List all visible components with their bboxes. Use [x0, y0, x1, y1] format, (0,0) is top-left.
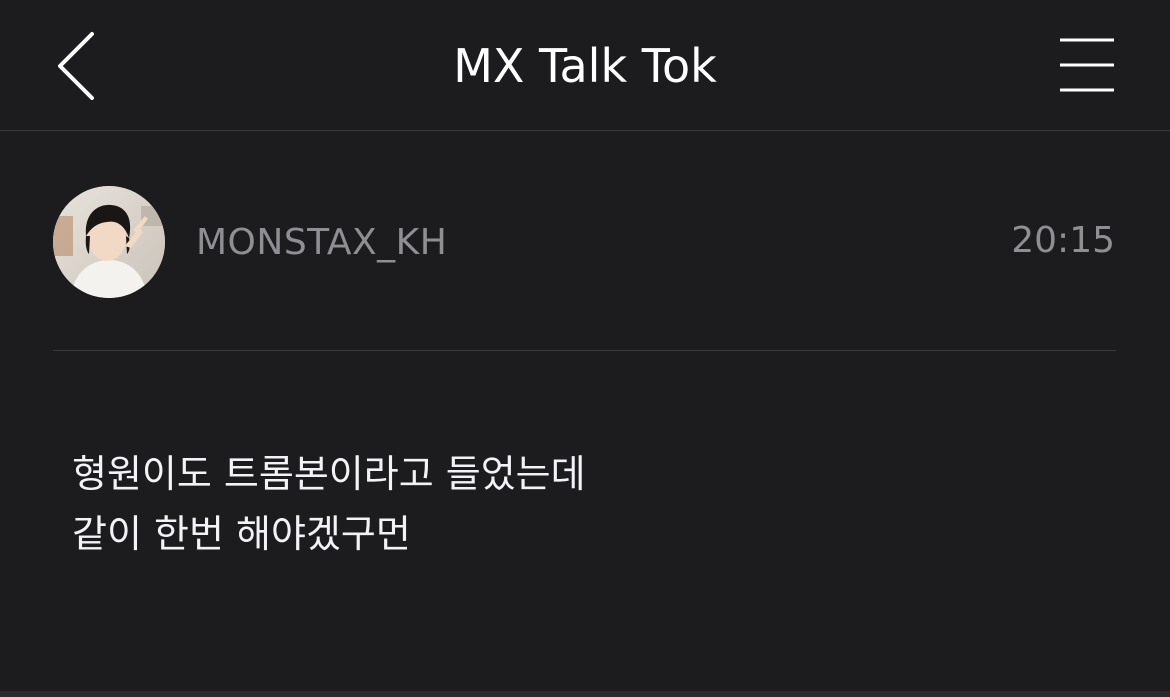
bottom-edge [0, 691, 1170, 697]
avatar[interactable] [53, 186, 165, 298]
profile-photo [53, 186, 165, 298]
post-time: 20:15 [1011, 220, 1115, 261]
post-header: MONSTAX_KH 20:15 [0, 131, 1170, 351]
top-navigation-bar: MX Talk Tok [0, 0, 1170, 131]
menu-button[interactable] [1052, 30, 1122, 100]
hamburger-menu-icon [1060, 38, 1114, 92]
message-line-1: 형원이도 트롬본이라고 들었는데 [72, 452, 586, 496]
page-title: MX Talk Tok [453, 39, 717, 93]
message-body: 형원이도 트롬본이라고 들었는데 같이 한번 해야겠구먼 [72, 444, 1112, 564]
username[interactable]: MONSTAX_KH [196, 221, 447, 265]
divider [53, 350, 1116, 351]
message-line-2: 같이 한번 해야겠구먼 [72, 512, 411, 556]
